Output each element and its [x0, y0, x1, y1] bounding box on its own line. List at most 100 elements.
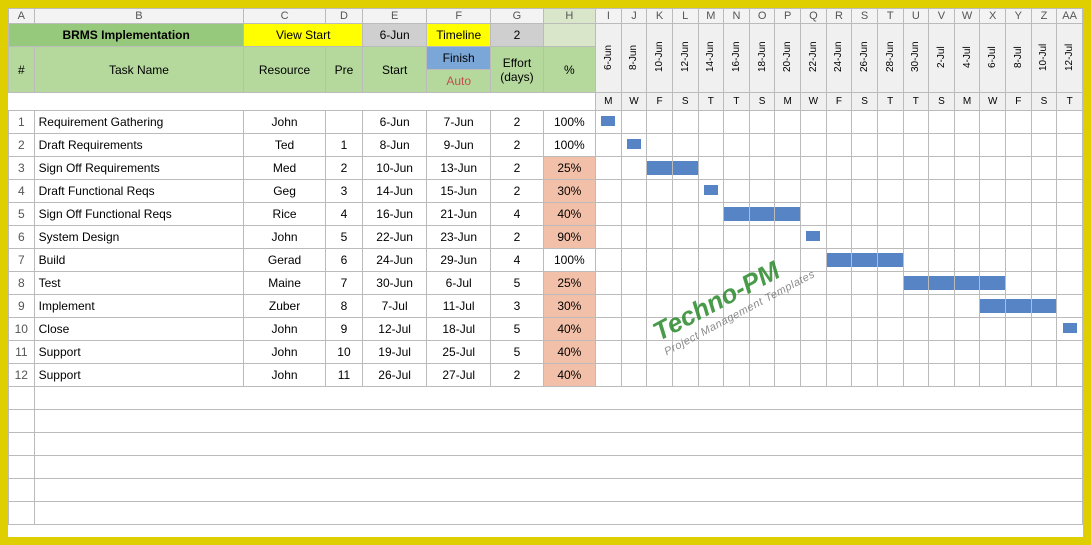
task-name[interactable]: System Design	[34, 226, 244, 249]
gantt-cell[interactable]	[621, 157, 647, 180]
gantt-cell[interactable]	[980, 272, 1006, 295]
gantt-cell[interactable]	[724, 111, 750, 134]
task-row[interactable]: 10CloseJohn912-Jul18-Jul540%	[9, 318, 1083, 341]
effort[interactable]: 2	[491, 157, 543, 180]
gantt-cell[interactable]	[852, 364, 878, 387]
start-date[interactable]: 10-Jun	[363, 157, 427, 180]
gantt-cell[interactable]	[647, 180, 673, 203]
gantt-cell[interactable]	[954, 318, 980, 341]
gantt-cell[interactable]	[852, 111, 878, 134]
gantt-cell[interactable]	[852, 180, 878, 203]
gantt-cell[interactable]	[1006, 318, 1032, 341]
gantt-cell[interactable]	[647, 249, 673, 272]
col-letter[interactable]: Z	[1031, 9, 1057, 24]
gantt-cell[interactable]	[775, 134, 801, 157]
gantt-cell[interactable]	[852, 226, 878, 249]
gantt-cell[interactable]	[724, 157, 750, 180]
gantt-cell[interactable]	[596, 203, 622, 226]
gantt-cell[interactable]	[980, 364, 1006, 387]
gantt-cell[interactable]	[929, 272, 955, 295]
gantt-cell[interactable]	[749, 134, 775, 157]
gantt-cell[interactable]	[698, 272, 724, 295]
gantt-cell[interactable]	[1031, 272, 1057, 295]
task-name[interactable]: Sign Off Requirements	[34, 157, 244, 180]
percent[interactable]: 40%	[543, 364, 595, 387]
percent[interactable]: 100%	[543, 134, 595, 157]
col-letter[interactable]: K	[647, 9, 673, 24]
gantt-cell[interactable]	[647, 364, 673, 387]
resource[interactable]: John	[244, 318, 326, 341]
row-empty[interactable]	[9, 387, 35, 410]
gantt-cell[interactable]	[775, 157, 801, 180]
gantt-cell[interactable]	[903, 226, 929, 249]
gantt-cell[interactable]	[826, 295, 852, 318]
col-letter[interactable]: T	[877, 9, 903, 24]
gantt-cell[interactable]	[980, 226, 1006, 249]
gantt-cell[interactable]	[954, 157, 980, 180]
gantt-cell[interactable]	[852, 157, 878, 180]
view-start-label[interactable]: View Start	[244, 24, 363, 47]
col-letter[interactable]: I	[596, 9, 622, 24]
gantt-cell[interactable]	[801, 341, 827, 364]
gantt-cell[interactable]	[621, 295, 647, 318]
gantt-cell[interactable]	[724, 295, 750, 318]
finish-date[interactable]: 9-Jun	[427, 134, 491, 157]
timeline-value[interactable]: 2	[491, 24, 543, 47]
gantt-cell[interactable]	[1057, 111, 1083, 134]
gantt-cell[interactable]	[980, 318, 1006, 341]
gantt-cell[interactable]	[954, 226, 980, 249]
gantt-cell[interactable]	[903, 111, 929, 134]
predecessor[interactable]	[325, 111, 362, 134]
gantt-cell[interactable]	[1057, 295, 1083, 318]
gantt-cell[interactable]	[1057, 249, 1083, 272]
col-letter[interactable]: O	[749, 9, 775, 24]
gantt-cell[interactable]	[749, 318, 775, 341]
effort[interactable]: 2	[491, 180, 543, 203]
gantt-cell[interactable]	[826, 111, 852, 134]
task-row[interactable]: 3Sign Off RequirementsMed210-Jun13-Jun22…	[9, 157, 1083, 180]
finish-date[interactable]: 21-Jun	[427, 203, 491, 226]
predecessor[interactable]: 2	[325, 157, 362, 180]
col-letter[interactable]: B	[34, 9, 244, 24]
gantt-cell[interactable]	[1006, 364, 1032, 387]
gantt-cell[interactable]	[801, 180, 827, 203]
task-name[interactable]: Test	[34, 272, 244, 295]
gantt-cell[interactable]	[724, 249, 750, 272]
gantt-cell[interactable]	[672, 180, 698, 203]
gantt-cell[interactable]	[698, 134, 724, 157]
gantt-cell[interactable]	[724, 341, 750, 364]
predecessor[interactable]: 3	[325, 180, 362, 203]
gantt-cell[interactable]	[775, 111, 801, 134]
gantt-cell[interactable]	[877, 318, 903, 341]
gantt-cell[interactable]	[647, 341, 673, 364]
gantt-cell[interactable]	[1031, 111, 1057, 134]
task-name[interactable]: Sign Off Functional Reqs	[34, 203, 244, 226]
resource[interactable]: Gerad	[244, 249, 326, 272]
gantt-cell[interactable]	[1057, 180, 1083, 203]
gantt-cell[interactable]	[724, 226, 750, 249]
resource[interactable]: Zuber	[244, 295, 326, 318]
gantt-cell[interactable]	[826, 180, 852, 203]
task-name[interactable]: Build	[34, 249, 244, 272]
resource[interactable]: John	[244, 364, 326, 387]
row-empty[interactable]	[9, 502, 35, 525]
finish-date[interactable]: 6-Jul	[427, 272, 491, 295]
gantt-cell[interactable]	[903, 272, 929, 295]
gantt-cell[interactable]	[801, 364, 827, 387]
start-date[interactable]: 19-Jul	[363, 341, 427, 364]
finish-date[interactable]: 27-Jul	[427, 364, 491, 387]
gantt-cell[interactable]	[954, 364, 980, 387]
col-letter[interactable]: Q	[801, 9, 827, 24]
gantt-cell[interactable]	[826, 203, 852, 226]
gantt-cell[interactable]	[1006, 180, 1032, 203]
gantt-cell[interactable]	[877, 249, 903, 272]
start-date[interactable]: 6-Jun	[363, 111, 427, 134]
gantt-cell[interactable]	[954, 134, 980, 157]
gantt-cell[interactable]	[724, 364, 750, 387]
gantt-cell[interactable]	[672, 295, 698, 318]
gantt-cell[interactable]	[801, 249, 827, 272]
gantt-cell[interactable]	[621, 341, 647, 364]
gantt-cell[interactable]	[749, 272, 775, 295]
percent[interactable]: 100%	[543, 111, 595, 134]
row-num[interactable]: 4	[9, 180, 35, 203]
